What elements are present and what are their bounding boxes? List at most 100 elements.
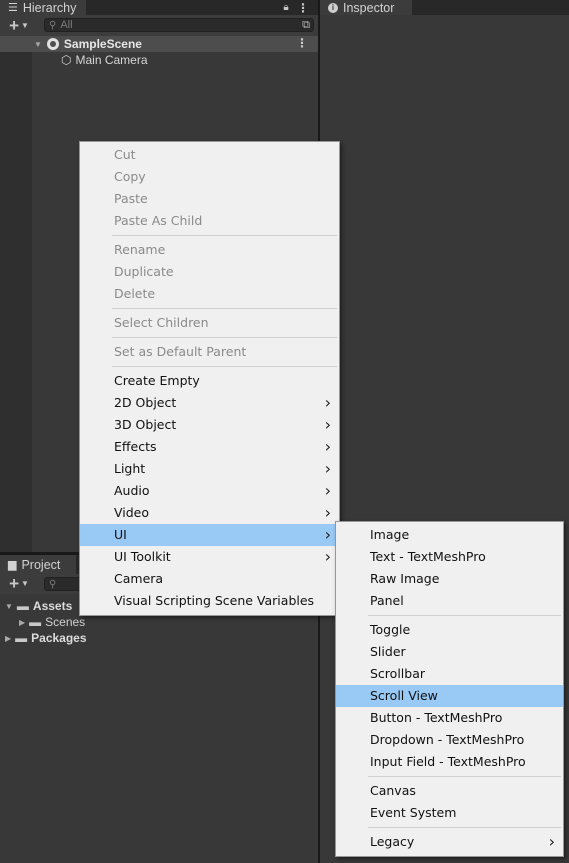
tree-item-packages[interactable]: ▶ ▬ Packages xyxy=(0,630,318,646)
menu-item-light[interactable]: Light › xyxy=(80,458,339,480)
menu-item-ui[interactable]: UI › xyxy=(80,524,339,546)
submenu-item-panel[interactable]: Panel xyxy=(336,590,563,612)
menu-separator xyxy=(80,363,339,370)
menu-item-copy: Copy xyxy=(80,166,339,188)
submenu-item-slider[interactable]: Slider xyxy=(336,641,563,663)
menu-item-label: UI xyxy=(114,527,127,542)
submenu-item-canvas[interactable]: Canvas xyxy=(336,780,563,802)
submenu-item-dropdown-textmeshpro[interactable]: Dropdown - TextMeshPro xyxy=(336,729,563,751)
search-icon: ⚲ xyxy=(49,578,57,590)
menu-item-label: Effects xyxy=(114,439,157,454)
menu-item-label: Scrollbar xyxy=(370,666,425,681)
submenu-arrow-icon: › xyxy=(324,437,331,456)
hierarchy-item-main-camera[interactable]: ⬡ Main Camera xyxy=(0,52,318,68)
info-icon: i xyxy=(328,2,338,13)
tab-project[interactable]: ▆ Project xyxy=(0,555,76,574)
tree-item-label: Packages xyxy=(31,631,87,645)
submenu-item-button-textmeshpro[interactable]: Button - TextMeshPro xyxy=(336,707,563,729)
lock-icon[interactable]: 🔒︎ xyxy=(280,0,292,15)
menu-item-label: Input Field - TextMeshPro xyxy=(370,754,526,769)
ui-submenu: Image Text - TextMeshPro Raw Image Panel Tog… xyxy=(335,521,564,857)
menu-item-label: Event System xyxy=(370,805,457,820)
unity-scene-icon xyxy=(46,38,59,50)
submenu-arrow-icon: › xyxy=(324,525,331,544)
submenu-arrow-icon: › xyxy=(324,459,331,478)
menu-item-label: Cut xyxy=(114,147,136,162)
menu-item-label: Legacy xyxy=(370,834,415,849)
expand-arrow-icon[interactable]: ▼ xyxy=(5,602,13,611)
menu-separator xyxy=(80,305,339,312)
tree-item-scenes[interactable]: ▶ ▬ Scenes xyxy=(0,614,318,630)
menu-separator xyxy=(336,612,563,619)
hierarchy-item-label: Main Camera xyxy=(75,53,148,67)
menu-item-video[interactable]: Video › xyxy=(80,502,339,524)
menu-item-visual-scripting-scene-variables[interactable]: Visual Scripting Scene Variables xyxy=(80,590,339,612)
menu-item-label: Visual Scripting Scene Variables xyxy=(114,593,315,608)
inspector-tab-bar: i Inspector xyxy=(320,0,569,15)
submenu-arrow-icon: › xyxy=(324,393,331,412)
submenu-item-image[interactable]: Image xyxy=(336,524,563,546)
menu-item-2d-object[interactable]: 2D Object › xyxy=(80,392,339,414)
menu-item-paste: Paste xyxy=(80,188,339,210)
project-search-input[interactable]: ⚲ xyxy=(44,577,84,591)
menu-item-label: Text - TextMeshPro xyxy=(370,549,486,564)
project-tree: ▼ ▬ Assets ▶ ▬ Scenes ▶ ▬ Packages xyxy=(0,598,318,863)
menu-item-label: 3D Object xyxy=(114,417,177,432)
submenu-item-scrollbar[interactable]: Scrollbar xyxy=(336,663,563,685)
scene-options-icon[interactable]: ⋮ xyxy=(296,36,308,50)
menu-item-label: Copy xyxy=(114,169,146,184)
collapse-arrow-icon[interactable]: ▶ xyxy=(5,634,11,643)
menu-item-label: Canvas xyxy=(370,783,416,798)
menu-item-label: Duplicate xyxy=(114,264,174,279)
submenu-item-toggle[interactable]: Toggle xyxy=(336,619,563,641)
menu-item-ui-toolkit[interactable]: UI Toolkit › xyxy=(80,546,339,568)
menu-item-audio[interactable]: Audio › xyxy=(80,480,339,502)
plus-icon: + xyxy=(9,574,19,593)
chevron-down-icon: ▼ xyxy=(21,21,29,30)
menu-item-label: Paste As Child xyxy=(114,213,203,228)
submenu-arrow-icon: › xyxy=(548,832,555,851)
scene-row[interactable]: ▼ SampleScene ⋮ xyxy=(0,36,318,52)
menu-item-camera[interactable]: Camera xyxy=(80,568,339,590)
submenu-arrow-icon: › xyxy=(324,547,331,566)
list-icon: ☰ xyxy=(8,2,18,14)
menu-item-create-empty[interactable]: Create Empty xyxy=(80,370,339,392)
menu-item-label: Audio xyxy=(114,483,150,498)
plus-icon: + xyxy=(9,16,19,35)
tab-inspector[interactable]: i Inspector xyxy=(320,0,412,15)
submenu-item-raw-image[interactable]: Raw Image xyxy=(336,568,563,590)
submenu-arrow-icon: › xyxy=(324,415,331,434)
menu-item-label: Create Empty xyxy=(114,373,200,388)
menu-item-label: Paste xyxy=(114,191,148,206)
submenu-arrow-icon: › xyxy=(324,481,331,500)
menu-item-rename: Rename xyxy=(80,239,339,261)
scene-search-mode-icon[interactable]: ⧉ xyxy=(302,19,310,32)
menu-item-label: 2D Object xyxy=(114,395,177,410)
menu-item-label: Delete xyxy=(114,286,156,301)
menu-item-label: Image xyxy=(370,527,410,542)
menu-separator xyxy=(336,824,563,831)
submenu-item-text-textmeshpro[interactable]: Text - TextMeshPro xyxy=(336,546,563,568)
submenu-item-scroll-view[interactable]: Scroll View xyxy=(336,685,563,707)
menu-item-effects[interactable]: Effects › xyxy=(80,436,339,458)
tab-hierarchy[interactable]: ☰ Hierarchy xyxy=(0,0,86,15)
menu-item-label: Raw Image xyxy=(370,571,440,586)
project-create-button[interactable]: + ▼ xyxy=(4,574,34,593)
menu-item-select-children: Select Children xyxy=(80,312,339,334)
expand-arrow-icon[interactable]: ▼ xyxy=(34,40,42,49)
tab-project-label: Project xyxy=(21,557,61,572)
hierarchy-search-input[interactable]: ⚲ All ⧉ xyxy=(44,18,314,32)
menu-item-3d-object[interactable]: 3D Object › xyxy=(80,414,339,436)
more-options-icon[interactable]: ⋮ xyxy=(297,0,309,15)
scene-name: SampleScene xyxy=(63,37,142,51)
tab-inspector-label: Inspector xyxy=(343,0,395,15)
collapse-arrow-icon[interactable]: ▶ xyxy=(19,618,25,627)
submenu-item-legacy[interactable]: Legacy › xyxy=(336,831,563,853)
create-dropdown-button[interactable]: + ▼ xyxy=(4,16,34,35)
submenu-item-input-field-textmeshpro[interactable]: Input Field - TextMeshPro xyxy=(336,751,563,773)
submenu-item-event-system[interactable]: Event System xyxy=(336,802,563,824)
menu-item-label: Scroll View xyxy=(370,688,438,703)
menu-item-cut: Cut xyxy=(80,144,339,166)
chevron-down-icon: ▼ xyxy=(21,579,29,588)
menu-item-label: Rename xyxy=(114,242,166,257)
